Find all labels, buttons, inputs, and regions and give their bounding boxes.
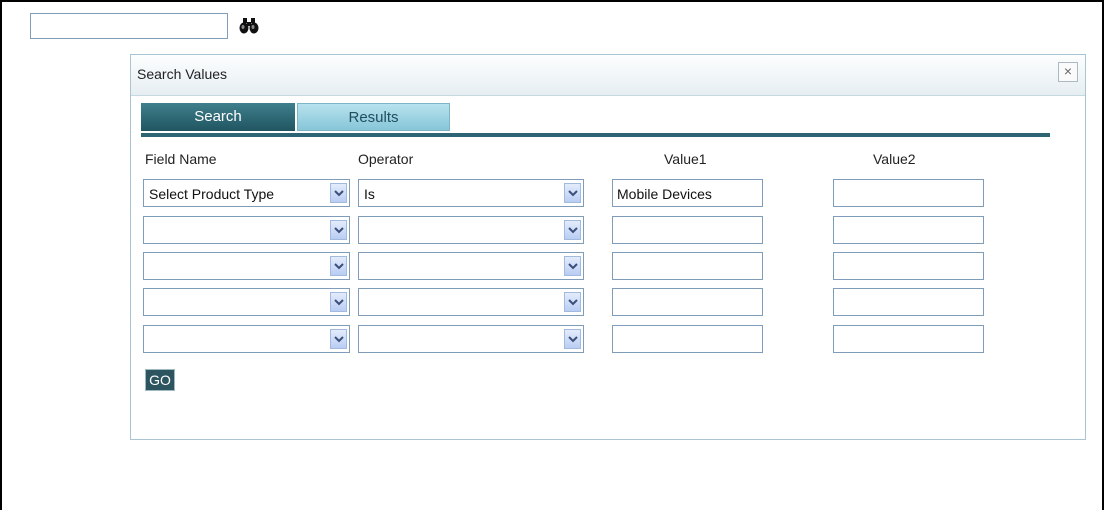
- dialog-header: Search Values ×: [131, 55, 1085, 96]
- chevron-down-icon[interactable]: [330, 183, 347, 203]
- dialog-title: Search Values: [137, 66, 228, 82]
- value1-input[interactable]: [612, 325, 763, 353]
- value1-input[interactable]: Mobile Devices: [612, 179, 763, 207]
- operator-select[interactable]: Is: [358, 179, 584, 207]
- field-name-select[interactable]: [143, 216, 350, 244]
- field-name-select[interactable]: [143, 288, 350, 316]
- tab-results[interactable]: Results: [297, 103, 450, 131]
- value1-input[interactable]: [612, 288, 763, 316]
- column-header-field-name: Field Name: [145, 151, 217, 167]
- value2-input[interactable]: [833, 216, 984, 244]
- value2-input[interactable]: [833, 179, 984, 207]
- operator-select[interactable]: [358, 216, 584, 244]
- value2-input[interactable]: [833, 252, 984, 280]
- chevron-down-icon[interactable]: [330, 292, 347, 312]
- value1-input[interactable]: [612, 216, 763, 244]
- column-header-value1: Value1: [664, 151, 707, 167]
- field-name-select[interactable]: [143, 325, 350, 353]
- chevron-down-icon[interactable]: [564, 292, 581, 312]
- top-search-input[interactable]: [30, 13, 228, 39]
- chevron-down-icon[interactable]: [330, 220, 347, 240]
- operator-select[interactable]: [358, 325, 584, 353]
- chevron-down-icon[interactable]: [330, 329, 347, 349]
- chevron-down-icon[interactable]: [564, 256, 581, 276]
- field-name-select[interactable]: [143, 252, 350, 280]
- tab-underline: [141, 133, 1050, 137]
- value2-input[interactable]: [833, 325, 984, 353]
- value2-input[interactable]: [833, 288, 984, 316]
- chevron-down-icon[interactable]: [564, 183, 581, 203]
- tab-bar: Search Results: [141, 103, 1051, 131]
- chevron-down-icon[interactable]: [564, 220, 581, 240]
- column-header-operator: Operator: [358, 151, 414, 167]
- go-button[interactable]: GO: [145, 369, 175, 391]
- chevron-down-icon[interactable]: [564, 329, 581, 349]
- binoculars-icon[interactable]: [239, 18, 261, 34]
- column-header-value2: Value2: [873, 151, 916, 167]
- tab-search[interactable]: Search: [141, 103, 295, 131]
- operator-select[interactable]: [358, 252, 584, 280]
- search-values-dialog: Search Values × Search Results Field Nam…: [130, 54, 1086, 440]
- operator-select[interactable]: [358, 288, 584, 316]
- close-icon[interactable]: ×: [1058, 62, 1078, 82]
- field-name-select[interactable]: Select Product Type: [143, 179, 350, 207]
- value1-input[interactable]: [612, 252, 763, 280]
- chevron-down-icon[interactable]: [330, 256, 347, 276]
